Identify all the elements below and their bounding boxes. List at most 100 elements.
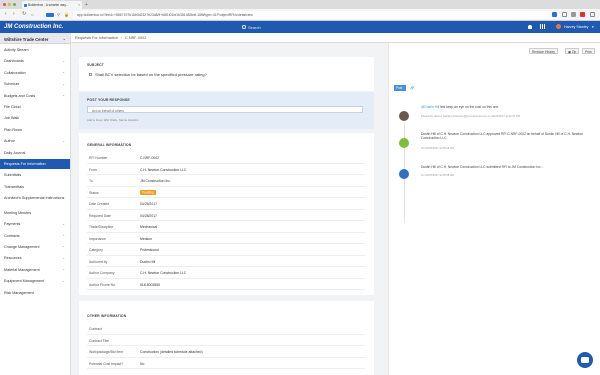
sidebar-item-payments[interactable]: Payments ⌄ <box>0 219 70 229</box>
chevron-down-icon: ⌄ <box>62 255 65 260</box>
sidebar-item-equipment-management[interactable]: Equipment Management ⌄ <box>0 276 70 286</box>
feed-event-comment: @Dustin Hill lets keep an eye on the cos… <box>421 105 591 109</box>
sidebar-item-resources[interactable]: Resources ⌄ <box>0 253 70 263</box>
sidebar-item-label: Submittals <box>4 173 22 178</box>
sidebar-item-budgets-and-costs[interactable]: Budgets and Costs ⌄ <box>0 91 70 101</box>
sidebar-item-daily-journal[interactable]: Daily Journal <box>0 148 70 158</box>
field-label: Author Phone No. <box>89 282 116 287</box>
row-divider <box>87 162 365 164</box>
field-value-text: C.H. Newton Construction LLC <box>140 271 187 275</box>
chevron-down-icon: ⌄ <box>62 221 65 226</box>
sidebar-item-contracts[interactable]: Contracts ⌄ <box>0 231 70 241</box>
breadcrumb-bar: Requests For Information / C.NRF-0002 <box>71 33 600 43</box>
field-value-text: 04/28/2017 <box>140 213 157 218</box>
maximize-window-icon[interactable] <box>13 3 16 6</box>
chevron-down-icon: ⌄ <box>62 81 65 86</box>
row-divider <box>87 174 365 175</box>
search-icon[interactable] <box>242 25 246 29</box>
new-tab-icon[interactable]: + <box>85 2 88 8</box>
field-value-text: Dustin Hill <box>140 259 156 264</box>
extension-blue-icon[interactable] <box>552 12 557 17</box>
field-value-text: Construction (detailed schedule attached… <box>140 350 203 354</box>
chevron-down-icon[interactable]: ⌄ <box>63 36 66 41</box>
sidebar-item-dashboards[interactable]: Dashboards ⌄ <box>0 56 70 66</box>
global-search[interactable]: Search <box>248 25 261 30</box>
back-icon[interactable]: ‹ <box>5 12 7 17</box>
field-value-text: 04/25/2017 <box>140 202 157 206</box>
sidebar-item-architect-s-supplemental-instructions[interactable]: Architect's Supplemental Instructions <box>0 193 70 207</box>
field-value: Construction (detailed schedule attached… <box>140 350 203 354</box>
extension-red-icon[interactable] <box>580 12 585 17</box>
subject-heading: SUBJECT <box>87 63 105 67</box>
sidebar-item-collaboration[interactable]: Collaboration ⌄ <box>0 68 70 78</box>
sidebar-item-label: Material Management <box>4 267 40 272</box>
subject-checkbox[interactable] <box>89 72 92 76</box>
chat-button[interactable] <box>577 352 593 368</box>
sidebar-item-change-management[interactable]: Change Management ⌄ <box>0 242 70 252</box>
reload-icon[interactable]: ↻ <box>22 12 26 17</box>
chevron-down-icon: ⌄ <box>62 267 65 272</box>
field-label: Importance <box>89 236 106 241</box>
breadcrumb-section[interactable]: Requests For Information <box>75 36 118 40</box>
field-value: C.NRF-0002 <box>140 156 159 160</box>
browser-tab[interactable]: Builderbox - A smarter way... × <box>22 1 82 9</box>
sidebar-item-schedule[interactable]: Schedule ⌄ <box>0 79 70 89</box>
forward-icon[interactable]: › <box>13 12 15 17</box>
sidebar-item-risk-management[interactable]: Risk Management <box>0 288 70 298</box>
row-divider <box>87 356 365 358</box>
address-bar[interactable]: app.builderbox.io/?ifeId=+8867197b16b0d2… <box>73 11 559 19</box>
link-icon[interactable]: 🔗 <box>410 86 414 90</box>
user-avatar[interactable] <box>556 24 561 29</box>
sidebar-item-file-cloud[interactable]: File Cloud <box>0 102 70 112</box>
home-icon[interactable]: ⌂ <box>31 12 33 17</box>
row-divider <box>87 197 365 198</box>
share-icon[interactable] <box>571 12 576 17</box>
close-tab-icon[interactable]: × <box>78 3 80 7</box>
mention-link[interactable]: @Dustin Hill <box>421 105 439 109</box>
sidebar-item-submittals[interactable]: Submittals <box>0 170 70 180</box>
sidebar-item-label: Budgets and Costs <box>4 93 36 98</box>
event-text: Dustin Hill of C.H. Newton Construction … <box>421 165 544 169</box>
field-value: 04/25/2017 <box>140 202 157 206</box>
sidebar-item-material-management[interactable]: Material Management ⌄ <box>0 265 70 275</box>
print-button[interactable]: Print <box>582 48 595 54</box>
field-label: Contract <box>89 327 102 331</box>
chevron-down-icon: ⌄ <box>62 138 65 143</box>
sidebar-item-job-walk[interactable]: Job Walk <box>0 113 70 123</box>
close-window-icon[interactable] <box>3 3 6 6</box>
field-value: JM Construction Inc. <box>140 179 171 183</box>
brand-logo[interactable]: JM Construction Inc. <box>4 24 63 30</box>
response-input[interactable]: Act on behalf of others <box>87 106 363 113</box>
user-menu-chevron-icon[interactable]: ▾ <box>592 25 594 29</box>
user-name[interactable]: Harvey Stanley <box>564 25 588 29</box>
bookmark-icon[interactable] <box>562 12 567 17</box>
zip-button[interactable]: ▣ Zip <box>565 48 580 54</box>
browser-nav-bar: ‹ › ↻ ⌂ ⚲ 🔒 app.builderbox.io/?ifeId=+88… <box>0 9 600 21</box>
other-heading: OTHER INFORMATION <box>87 314 127 318</box>
extension-icon[interactable] <box>46 12 54 17</box>
sidebar-item-transmittals[interactable]: Transmittals <box>0 182 70 192</box>
sidebar-item-author[interactable]: Author ⌄ <box>0 136 70 146</box>
project-selector[interactable]: Wiltshire Trade Center ⌄ <box>0 33 70 44</box>
sidebar-item-requests-for-information[interactable]: Requests For Information <box>0 159 70 169</box>
notifications-icon[interactable] <box>528 24 532 29</box>
field-value: 04/28/2017 <box>140 214 157 218</box>
post-button[interactable]: Post <box>394 85 406 91</box>
user-avatar <box>399 111 409 121</box>
row-divider <box>87 266 365 267</box>
general-information-card: GENERAL INFORMATION RFI Number C.NRF-0002… <box>79 133 374 295</box>
lock-icon: 🔒 <box>64 12 69 17</box>
search-shortcut-icon[interactable]: ⚲ <box>57 12 60 17</box>
sidebar-item-activity-stream[interactable]: Activity Stream <box>0 45 70 55</box>
revision-history-button[interactable]: Revision History <box>529 48 559 54</box>
submitted-icon <box>399 169 409 179</box>
row-divider <box>87 277 365 279</box>
subject-question: Shall BCV selection be based on the spec… <box>95 72 207 77</box>
minimize-window-icon[interactable] <box>8 3 11 6</box>
sidebar-item-meeting-minutes[interactable]: Meeting Minutes <box>0 208 70 218</box>
sidebar-item-plan-room[interactable]: Plan Room <box>0 125 70 135</box>
menu-icon[interactable] <box>590 12 595 17</box>
field-label: RFI Number <box>89 156 108 160</box>
apps-grid-icon[interactable] <box>540 24 545 30</box>
row-divider <box>87 231 365 233</box>
